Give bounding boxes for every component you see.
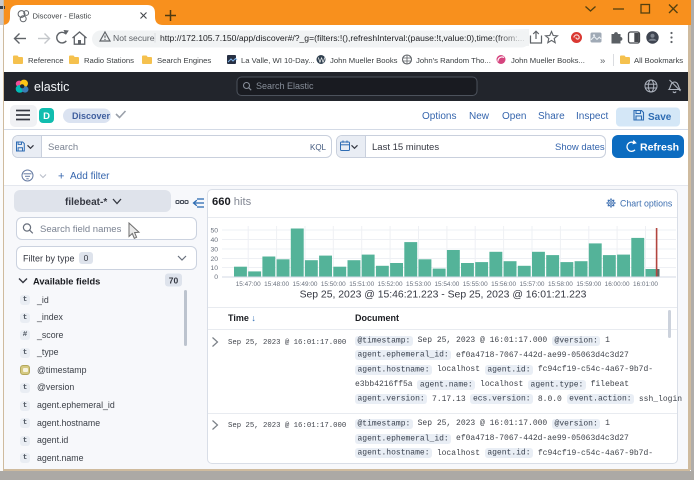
svg-text:15:51:00: 15:51:00 [349, 281, 374, 288]
svg-text:15:49:00: 15:49:00 [293, 281, 318, 288]
svg-text:30: 30 [210, 246, 218, 253]
svg-text:20: 20 [210, 256, 218, 263]
svg-text:0: 0 [214, 274, 218, 281]
svg-text:15:58:00: 15:58:00 [548, 281, 573, 288]
svg-text:15:59:00: 15:59:00 [576, 281, 601, 288]
svg-text:15:48:00: 15:48:00 [264, 281, 289, 288]
svg-text:10: 10 [210, 265, 218, 272]
svg-text:15:56:00: 15:56:00 [491, 281, 516, 288]
svg-text:Sep 25, 2023 @ 15:46:21.223 -: Sep 25, 2023 @ 15:46:21.223 - Sep 25, 20… [300, 290, 587, 301]
svg-text:15:53:00: 15:53:00 [406, 281, 431, 288]
svg-text:15:50:00: 15:50:00 [321, 281, 346, 288]
svg-text:15:52:00: 15:52:00 [378, 281, 403, 288]
svg-text:16:00:00: 16:00:00 [605, 281, 630, 288]
svg-text:16:01:00: 16:01:00 [633, 281, 658, 288]
svg-text:15:47:00: 15:47:00 [236, 281, 261, 288]
svg-text:15:54:00: 15:54:00 [434, 281, 459, 288]
svg-text:50: 50 [210, 227, 218, 234]
svg-text:15:55:00: 15:55:00 [463, 281, 488, 288]
svg-text:40: 40 [210, 237, 218, 244]
svg-text:15:57:00: 15:57:00 [520, 281, 545, 288]
